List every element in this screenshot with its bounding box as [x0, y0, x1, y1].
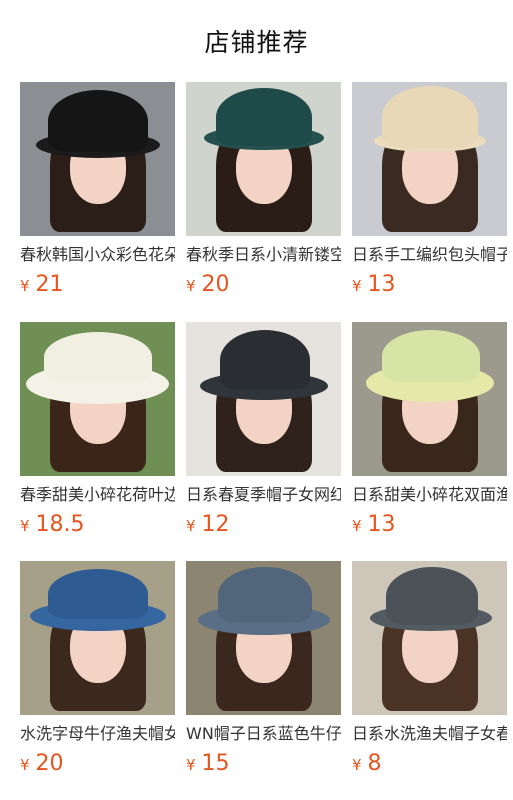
price-value: 18.5: [35, 512, 85, 537]
product-title[interactable]: 日系春夏季帽子女网红: [186, 484, 341, 506]
product-card-9[interactable]: 日系水洗渔夫帽子女春 ¥ 8: [352, 561, 507, 776]
currency-symbol: ¥: [20, 277, 30, 295]
price-value: 20: [35, 751, 64, 776]
page-header: 店铺推荐: [0, 0, 513, 82]
currency-symbol: ¥: [186, 517, 196, 535]
hat: [382, 330, 480, 382]
product-price: ¥ 20: [20, 751, 175, 776]
currency-symbol: ¥: [20, 756, 30, 774]
price-value: 21: [35, 272, 64, 297]
product-card-4[interactable]: 春季甜美小碎花荷叶边 ¥ 18.5: [20, 322, 175, 537]
price-value: 12: [201, 512, 230, 537]
currency-symbol: ¥: [20, 517, 30, 535]
hat: [216, 88, 312, 146]
product-title[interactable]: 日系水洗渔夫帽子女春: [352, 723, 507, 745]
currency-symbol: ¥: [352, 517, 362, 535]
product-card-3[interactable]: 日系手工编织包头帽子 ¥ 13: [352, 82, 507, 297]
currency-symbol: ¥: [352, 756, 362, 774]
product-image[interactable]: [352, 561, 507, 715]
product-title[interactable]: 春秋季日系小清新镂空: [186, 244, 341, 266]
hat: [48, 569, 148, 619]
hat: [48, 90, 148, 152]
product-card-5[interactable]: 日系春夏季帽子女网红 ¥ 12: [186, 322, 341, 537]
price-value: 15: [201, 751, 230, 776]
product-title[interactable]: 春季甜美小碎花荷叶边: [20, 484, 175, 506]
product-title[interactable]: 日系手工编织包头帽子: [352, 244, 507, 266]
product-image[interactable]: [186, 322, 341, 476]
product-price: ¥ 12: [186, 512, 341, 537]
product-price: ¥ 20: [186, 272, 341, 297]
product-image[interactable]: [186, 82, 341, 236]
product-title[interactable]: 日系甜美小碎花双面渔: [352, 484, 507, 506]
price-value: 20: [201, 272, 230, 297]
product-title[interactable]: WN帽子日系蓝色牛仔渔: [186, 723, 341, 745]
hat: [382, 86, 478, 148]
product-price: ¥ 8: [352, 751, 507, 776]
product-image[interactable]: [20, 82, 175, 236]
currency-symbol: ¥: [352, 277, 362, 295]
product-price: ¥ 15: [186, 751, 341, 776]
price-value: 8: [367, 751, 382, 776]
product-image[interactable]: [20, 322, 175, 476]
hat: [386, 567, 478, 625]
product-card-6[interactable]: 日系甜美小碎花双面渔 ¥ 13: [352, 322, 507, 537]
currency-symbol: ¥: [186, 277, 196, 295]
page-title: 店铺推荐: [204, 28, 309, 57]
product-title[interactable]: 春秋韩国小众彩色花朵: [20, 244, 175, 266]
product-card-1[interactable]: 春秋韩国小众彩色花朵 ¥ 21: [20, 82, 175, 297]
currency-symbol: ¥: [186, 756, 196, 774]
product-image[interactable]: [20, 561, 175, 715]
product-image[interactable]: [186, 561, 341, 715]
product-card-2[interactable]: 春秋季日系小清新镂空 ¥ 20: [186, 82, 341, 297]
product-title[interactable]: 水洗字母牛仔渔夫帽女: [20, 723, 175, 745]
product-image[interactable]: [352, 322, 507, 476]
product-price: ¥ 21: [20, 272, 175, 297]
product-image[interactable]: [352, 82, 507, 236]
hat: [218, 567, 312, 623]
hat: [220, 330, 310, 390]
product-price: ¥ 13: [352, 272, 507, 297]
product-card-8[interactable]: WN帽子日系蓝色牛仔渔 ¥ 15: [186, 561, 341, 776]
product-price: ¥ 13: [352, 512, 507, 537]
product-card-7[interactable]: 水洗字母牛仔渔夫帽女 ¥ 20: [20, 561, 175, 776]
hat: [44, 332, 152, 382]
price-value: 13: [367, 272, 396, 297]
product-price: ¥ 18.5: [20, 512, 175, 537]
price-value: 13: [367, 512, 396, 537]
